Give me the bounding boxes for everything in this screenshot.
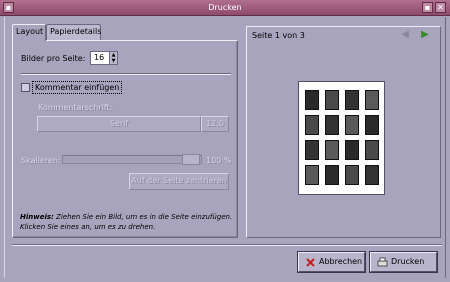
preview-thumbnail[interactable] [305, 90, 319, 110]
tab-paper-details[interactable]: Papierdetails [46, 24, 101, 40]
scale-slider[interactable] [62, 155, 202, 164]
layout-panel [12, 40, 238, 238]
preview-thumbnail[interactable] [325, 90, 339, 110]
center-on-page-button[interactable]: Auf der Seite zentrieren [129, 173, 229, 190]
minimize-icon[interactable]: ▪ [422, 2, 433, 13]
images-per-page-spinner[interactable]: 16 ▲ ▼ [90, 51, 118, 65]
preview-thumbnail[interactable] [365, 90, 379, 110]
bottom-separator [12, 244, 442, 246]
font-size-button[interactable]: 12,0 [201, 116, 229, 132]
preview-thumbnail[interactable] [345, 115, 359, 135]
images-per-page-value: 16 [94, 53, 105, 62]
preview-thumbnail[interactable] [345, 90, 359, 110]
scale-label: Skalieren: [21, 156, 61, 165]
scale-slider-handle[interactable] [182, 154, 200, 165]
preview-thumbnail[interactable] [325, 115, 339, 135]
font-name-button[interactable]: Serif [37, 116, 201, 132]
close-icon[interactable]: ✕ [435, 2, 446, 13]
spin-arrows-icon[interactable]: ▲ ▼ [109, 52, 117, 64]
comment-checkbox-label[interactable]: Kommentar einfügen [32, 81, 123, 94]
preview-thumbnail[interactable] [345, 165, 359, 185]
preview-thumbnail[interactable] [345, 140, 359, 160]
window-titlebar: ▪ Drucken ▪ ✕ [0, 0, 450, 16]
preview-thumbnail[interactable] [365, 165, 379, 185]
preview-page[interactable] [298, 81, 385, 195]
preview-thumbnail[interactable] [365, 115, 379, 135]
separator [21, 73, 231, 75]
cancel-button[interactable]: Abbrechen [298, 252, 365, 272]
images-per-page-label: Bilder pro Seite: [21, 54, 86, 63]
previous-page-icon[interactable]: ◀ [399, 30, 411, 40]
cancel-label: Abbrechen [319, 257, 363, 266]
hint-text: Hinweis: Ziehen Sie ein Bild, um es in d… [20, 212, 235, 232]
scale-value: 100 % [206, 156, 232, 165]
preview-thumbnail[interactable] [325, 165, 339, 185]
next-page-icon[interactable]: ▶ [419, 30, 431, 40]
preview-thumbnail[interactable] [325, 140, 339, 160]
preview-thumbnail[interactable] [305, 115, 319, 135]
comment-font-label: Kommentarschrift: [38, 103, 113, 112]
hint-bold: Hinweis: [20, 213, 54, 221]
preview-thumbnail[interactable] [305, 140, 319, 160]
print-label: Drucken [391, 257, 425, 266]
tab-layout[interactable]: Layout [12, 24, 46, 41]
window-title: Drucken [208, 3, 242, 12]
page-indicator: Seite 1 von 3 [252, 31, 305, 40]
cancel-icon [306, 258, 315, 267]
printer-icon [377, 257, 388, 267]
comment-checkbox[interactable] [21, 83, 30, 92]
preview-thumbnail[interactable] [365, 140, 379, 160]
preview-thumbnail[interactable] [305, 165, 319, 185]
print-button[interactable]: Drucken [370, 252, 437, 272]
